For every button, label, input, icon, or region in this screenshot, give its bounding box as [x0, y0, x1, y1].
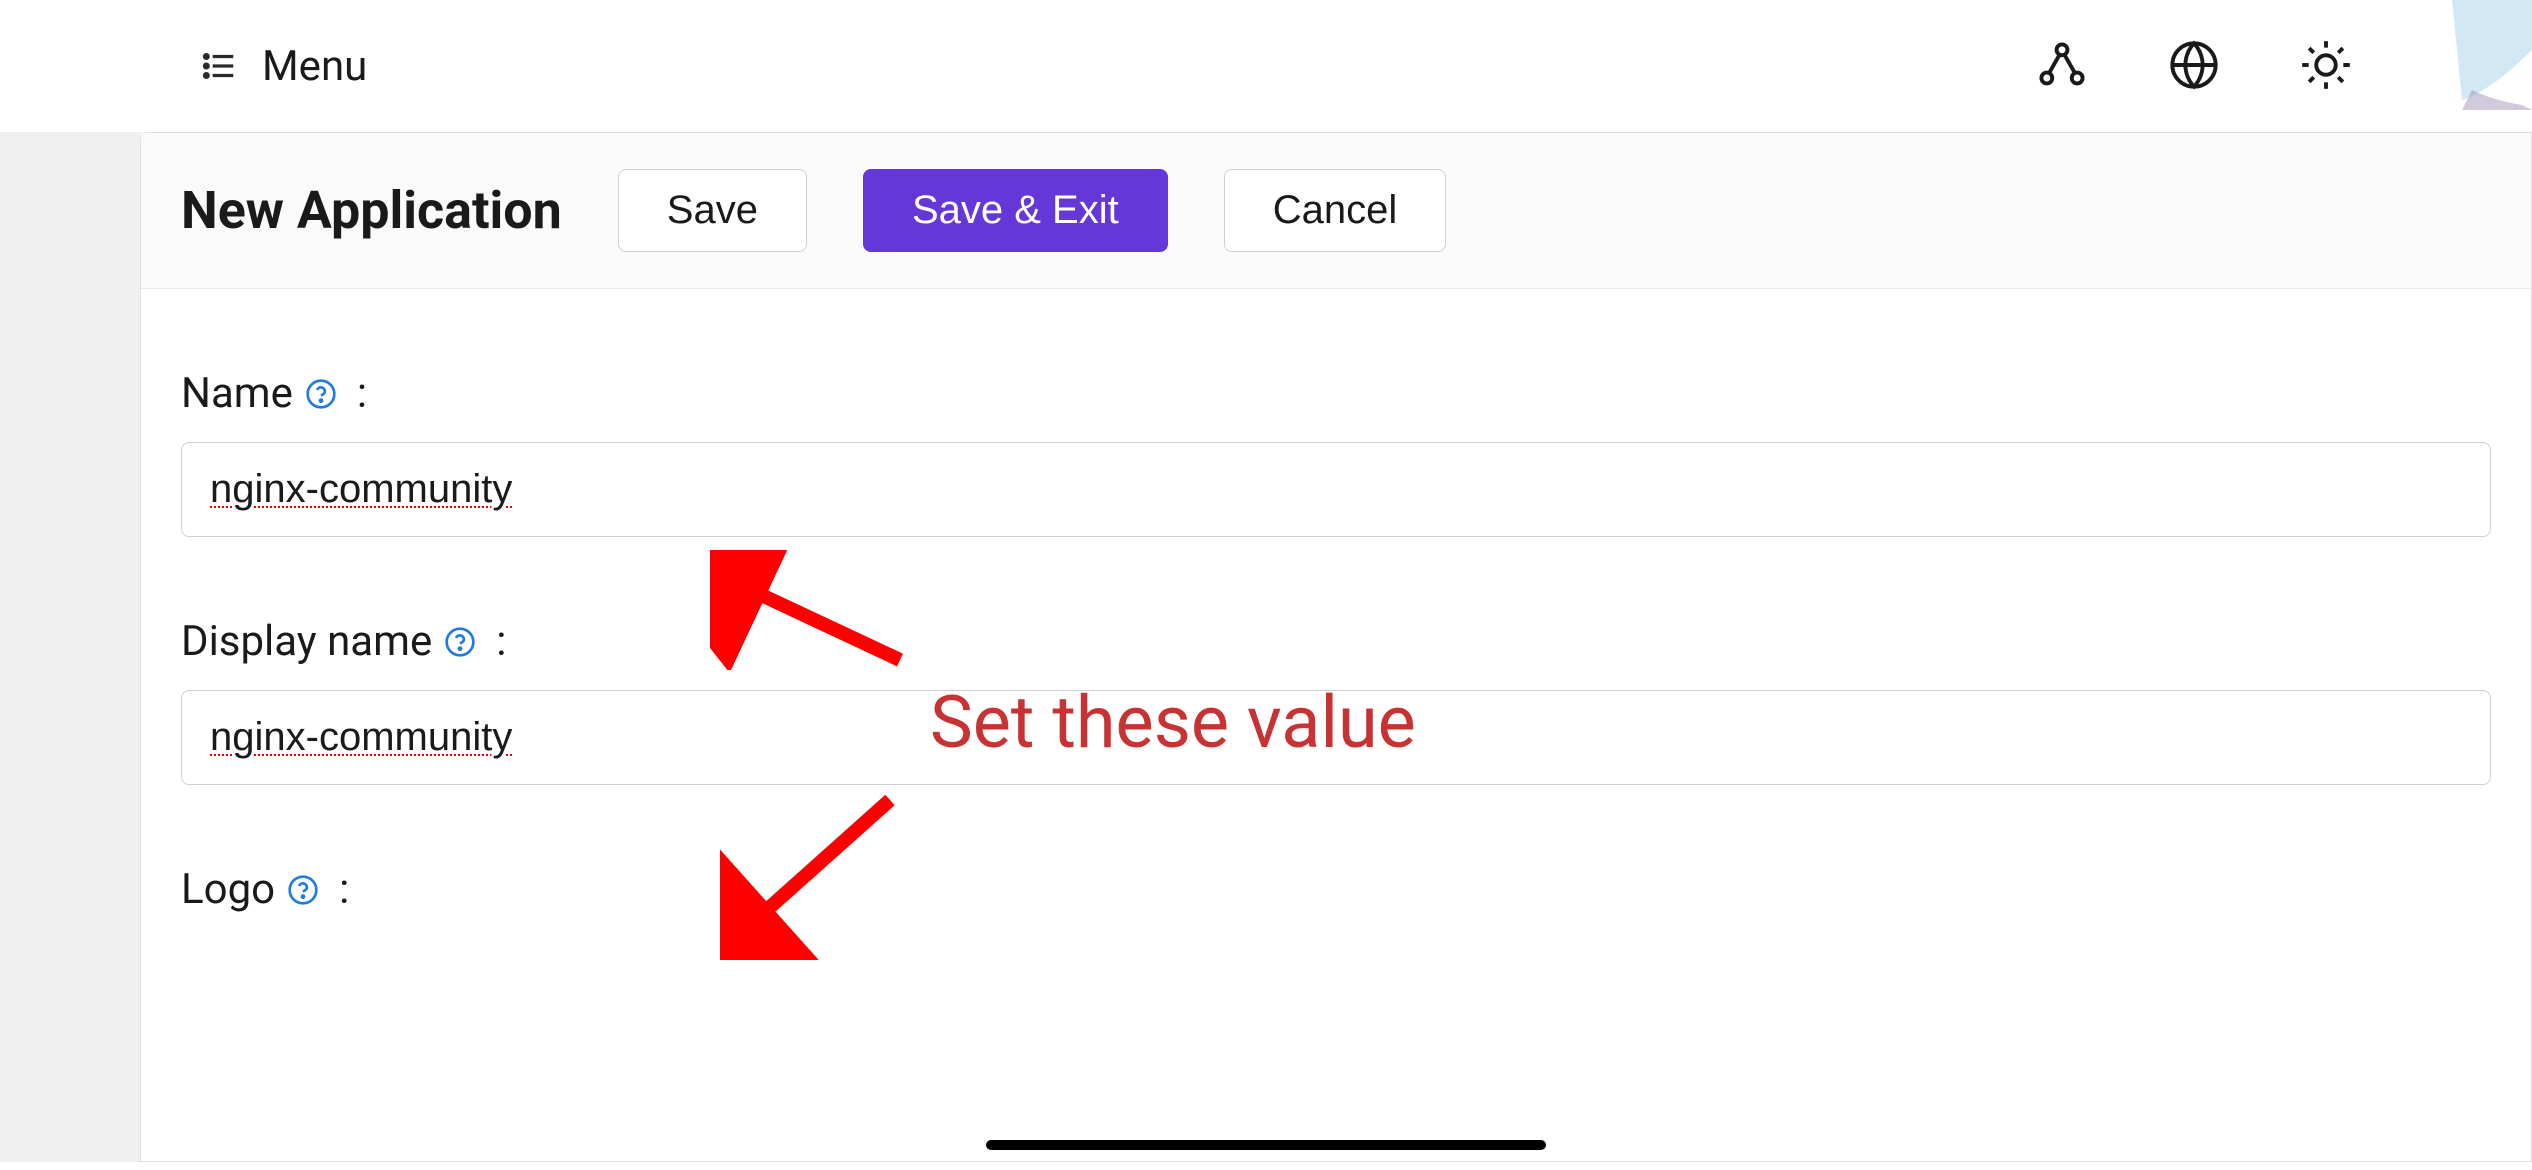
menu-icon — [200, 47, 238, 85]
page-title: New Application — [181, 180, 562, 241]
help-icon[interactable] — [444, 626, 476, 658]
help-icon[interactable] — [287, 874, 319, 906]
help-icon[interactable] — [305, 378, 337, 410]
display-name-input[interactable] — [181, 690, 2491, 785]
form-body: Name : Display name — [141, 289, 2531, 1034]
save-button[interactable]: Save — [618, 169, 807, 252]
display-name-label-text: Display name — [181, 617, 432, 666]
logo-label: Logo : — [181, 865, 2491, 914]
top-nav: Menu — [0, 0, 2532, 132]
nav-icons — [2036, 40, 2352, 92]
page-header: New Application Save Save & Exit Cancel — [141, 133, 2531, 289]
save-exit-button[interactable]: Save & Exit — [863, 169, 1168, 252]
share-icon — [2036, 39, 2088, 94]
logo-label-text: Logo — [181, 865, 275, 914]
display-name-field-group: Display name : — [181, 617, 2491, 785]
main-container: New Application Save Save & Exit Cancel … — [0, 132, 2532, 1162]
share-icon-button[interactable] — [2036, 40, 2088, 92]
logo-field-group: Logo : — [181, 865, 2491, 914]
globe-icon-button[interactable] — [2168, 40, 2220, 92]
home-indicator — [986, 1140, 1546, 1150]
theme-icon-button[interactable] — [2300, 40, 2352, 92]
name-label: Name : — [181, 369, 2491, 418]
label-colon: : — [496, 617, 506, 666]
label-colon: : — [357, 369, 367, 418]
page-card: New Application Save Save & Exit Cancel … — [140, 132, 2532, 1162]
name-label-text: Name — [181, 369, 293, 418]
menu-button[interactable]: Menu — [200, 42, 367, 91]
sun-icon — [2300, 39, 2352, 94]
cancel-button[interactable]: Cancel — [1224, 169, 1447, 252]
label-colon: : — [339, 865, 349, 914]
name-field-group: Name : — [181, 369, 2491, 537]
menu-label: Menu — [262, 42, 367, 91]
display-name-label: Display name : — [181, 617, 2491, 666]
globe-icon — [2168, 39, 2220, 94]
page-corner-fold — [2452, 0, 2532, 110]
name-input[interactable] — [181, 442, 2491, 537]
